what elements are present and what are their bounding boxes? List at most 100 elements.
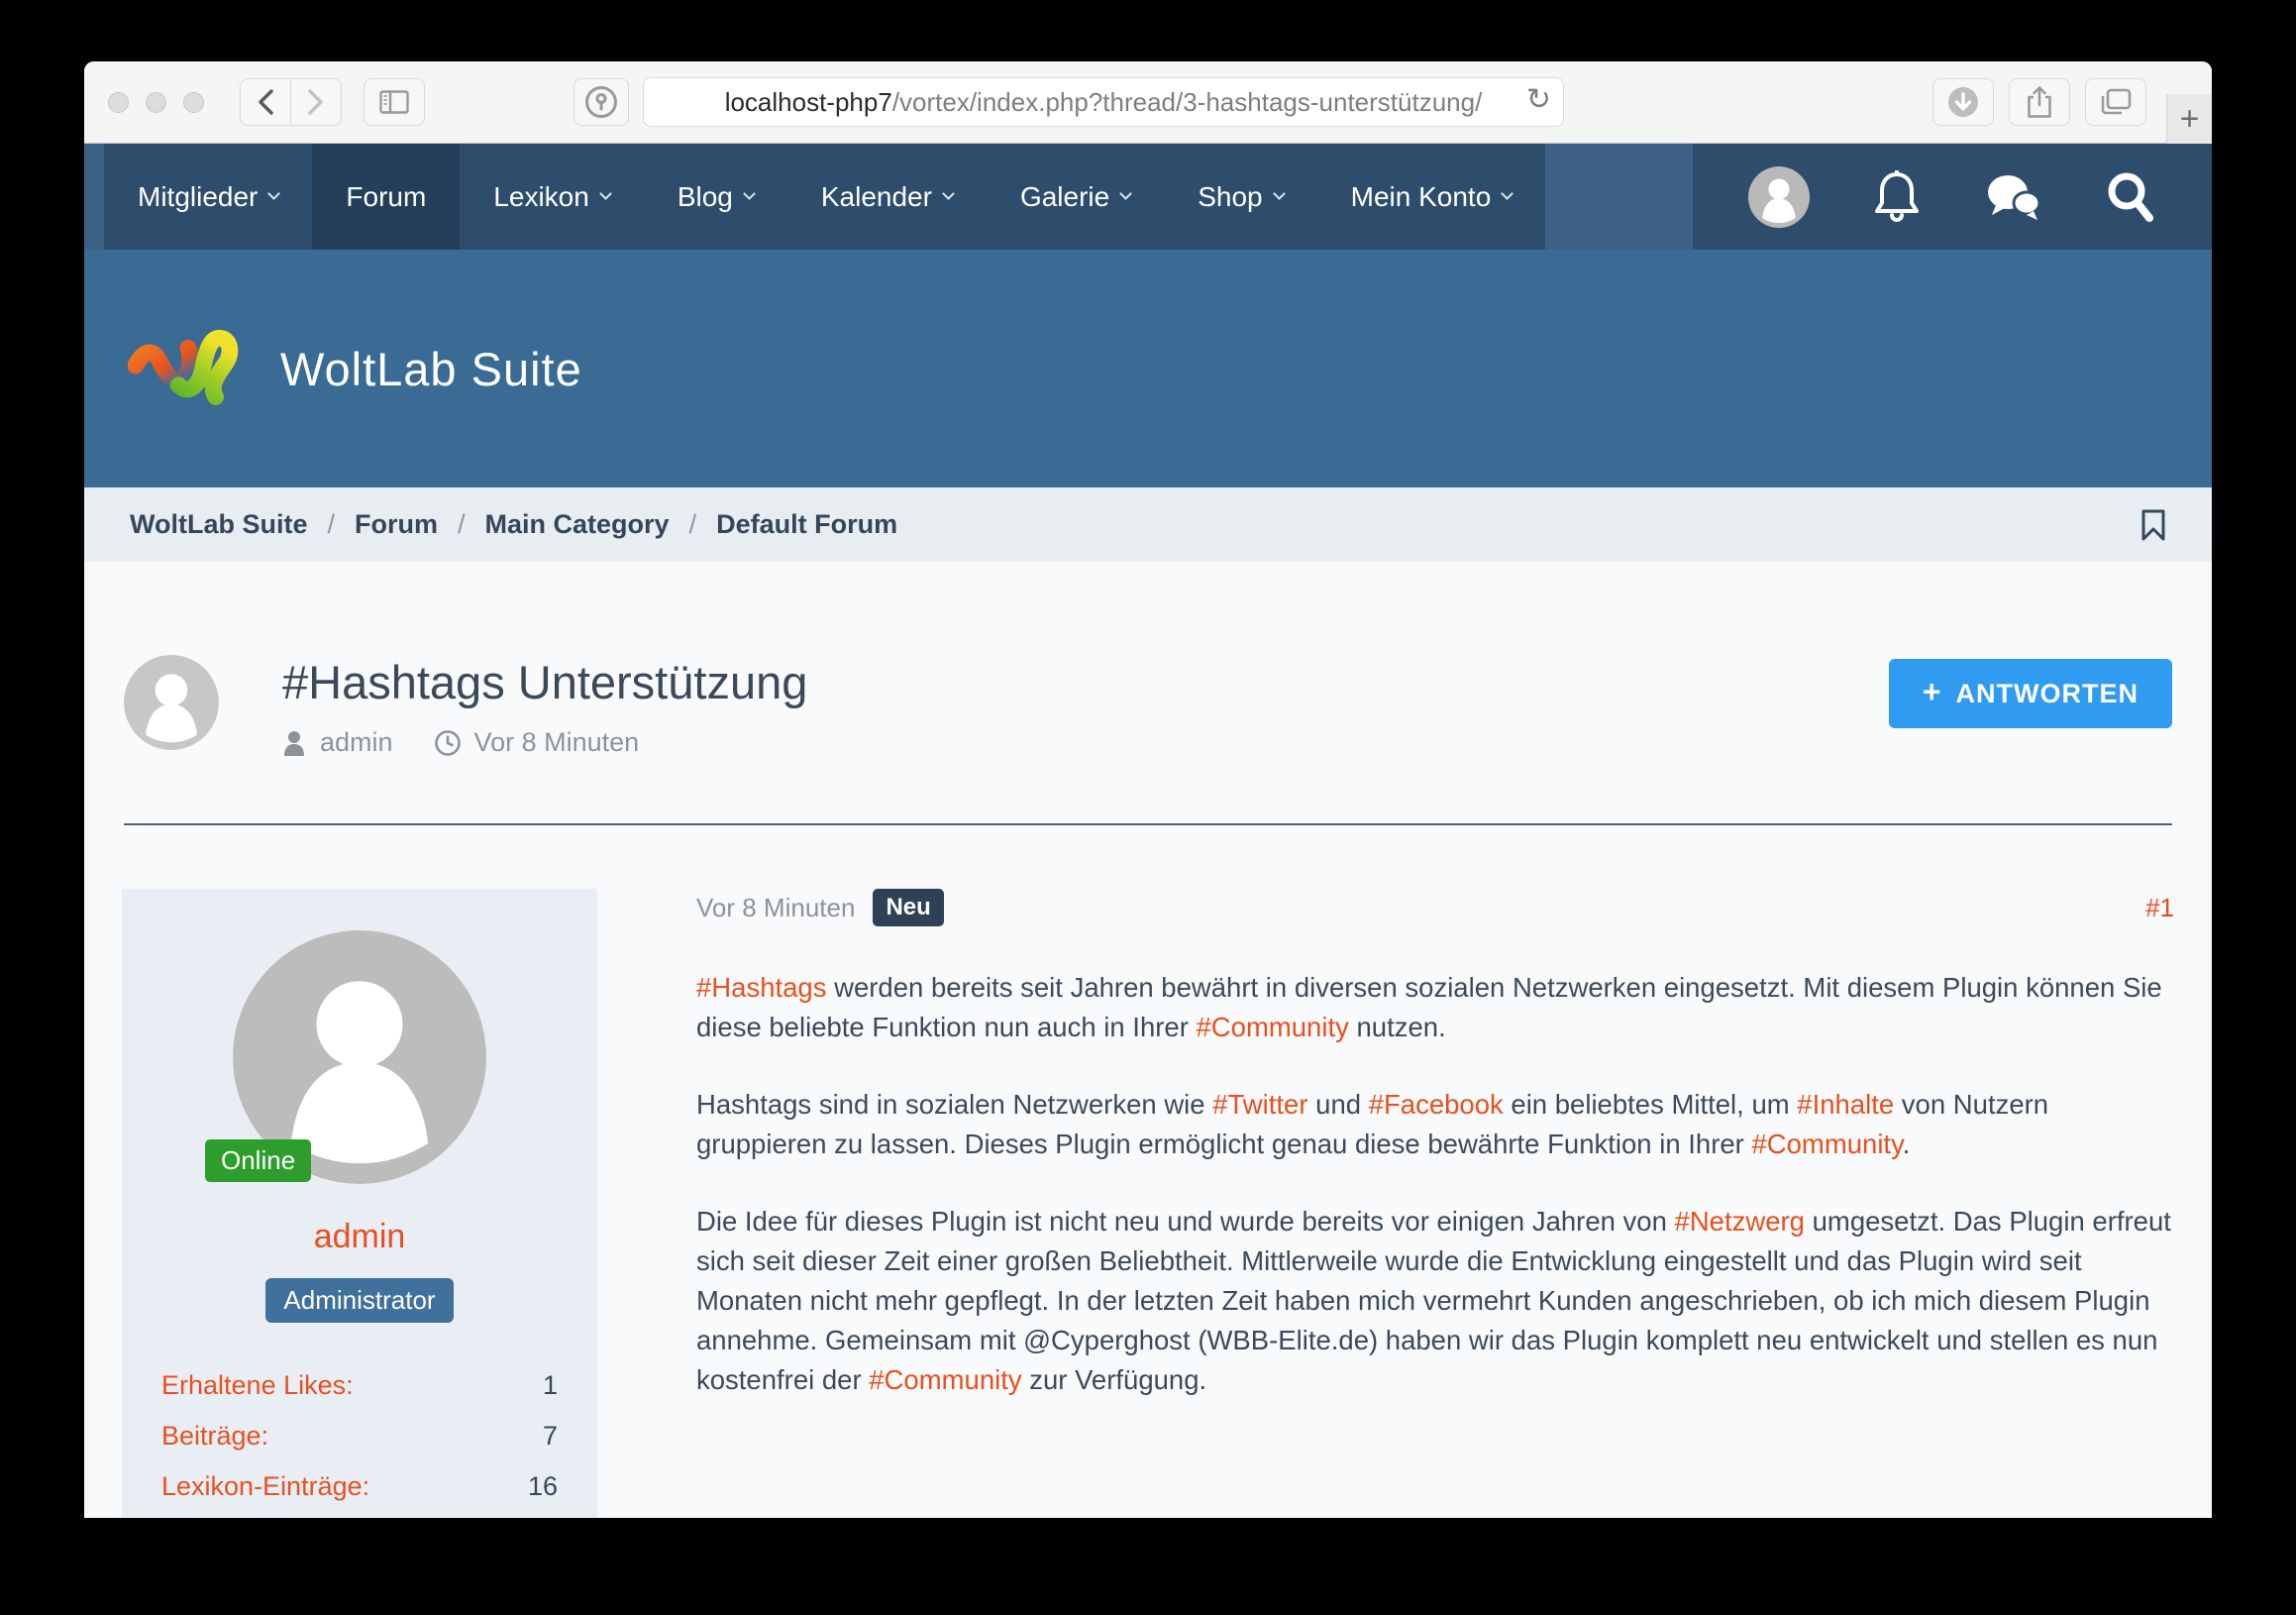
minimize-window-button[interactable] xyxy=(146,92,166,113)
nav-item-label: Shop xyxy=(1198,181,1262,213)
chevron-down-icon xyxy=(1501,187,1513,200)
url-field[interactable]: localhost-php7/vortex/index.php?thread/3… xyxy=(643,77,1564,127)
breadcrumb-item-0[interactable]: WoltLab Suite xyxy=(130,509,308,539)
stat-row: Beiträge: 7 xyxy=(161,1421,558,1452)
hashtag-link[interactable]: #Community xyxy=(1197,1012,1349,1042)
breadcrumb-item-3[interactable]: Default Forum xyxy=(716,509,897,539)
site-title[interactable]: WoltLab Suite xyxy=(280,342,582,396)
reply-button-label: ANTWORTEN xyxy=(1956,679,2139,709)
user-avatar-icon xyxy=(1748,166,1810,228)
reply-button[interactable]: + ANTWORTEN xyxy=(1889,659,2172,728)
paragraph-text: zur Verfügung. xyxy=(1022,1364,1207,1395)
chevron-down-icon xyxy=(1119,187,1132,200)
paragraph-text: . xyxy=(1903,1129,1911,1159)
nav-item-shop[interactable]: Shop xyxy=(1164,144,1316,250)
downloads-button[interactable] xyxy=(1932,78,1994,126)
nav-icon-group xyxy=(1693,144,2212,250)
nav-item-mein-konto[interactable]: Mein Konto xyxy=(1317,144,1546,250)
thread-avatar[interactable] xyxy=(124,655,219,750)
user-menu-button[interactable] xyxy=(1748,166,1810,228)
post-body: Vor 8 Minuten Neu #1 #Hashtags werden be… xyxy=(696,889,2174,1438)
hashtag-link[interactable]: #Community xyxy=(1751,1129,1902,1159)
breadcrumb-item-2[interactable]: Main Category xyxy=(485,509,670,539)
thread-author-link[interactable]: admin xyxy=(320,727,393,758)
stat-label-link[interactable]: Erhaltene Likes: xyxy=(161,1370,354,1401)
nav-item-label: Kalender xyxy=(821,181,932,213)
nav-item-mitglieder[interactable]: Mitglieder xyxy=(104,144,312,250)
nav-item-blog[interactable]: Blog xyxy=(644,144,787,250)
paragraph-text: und xyxy=(1308,1089,1369,1120)
post-time: Vor 8 Minuten xyxy=(696,893,855,923)
hashtag-link[interactable]: #Inhalte xyxy=(1797,1089,1894,1120)
tab-overview-button[interactable] xyxy=(2085,78,2146,126)
nav-item-label: Lexikon xyxy=(493,181,589,213)
share-icon xyxy=(2025,85,2054,119)
stats-list: Erhaltene Likes:1 Beiträge: 7 Lexikon-Eintr… xyxy=(161,1370,558,1502)
hashtag-link[interactable]: #Twitter xyxy=(1212,1089,1307,1120)
stat-label-link[interactable]: Lexikon-Einträge: xyxy=(161,1471,369,1502)
password-manager-button[interactable] xyxy=(574,78,629,126)
nav-item-label: Mein Konto xyxy=(1351,181,1492,213)
back-button[interactable] xyxy=(240,78,291,126)
paragraph-text: ein beliebtes Mittel, um xyxy=(1504,1089,1798,1120)
breadcrumb-item-1[interactable]: Forum xyxy=(355,509,438,539)
stat-value: 7 xyxy=(543,1421,558,1452)
new-badge: Neu xyxy=(873,889,943,926)
breadcrumb: WoltLab Suite/Forum/Main Category/Defaul… xyxy=(84,487,2212,562)
stat-row: Erhaltene Likes:1 xyxy=(161,1370,558,1401)
screenshot-stage: localhost-php7/vortex/index.php?thread/3… xyxy=(0,0,2296,1615)
post-paragraph: Die Idee für dieses Plugin ist nicht neu… xyxy=(696,1202,2174,1400)
main-nav: Mitglieder Forum Lexikon Blog Kalender Galeri… xyxy=(84,144,2212,250)
search-button[interactable] xyxy=(2105,170,2156,224)
conversations-button[interactable] xyxy=(1984,172,2041,222)
stat-row: Lexikon-Einträge:16 xyxy=(161,1471,558,1502)
thread-page: #Hashtags Unterstützung admin Vor 8 Minu xyxy=(84,655,2212,1518)
stat-label-link[interactable]: Beiträge: xyxy=(161,1421,268,1452)
woltlab-logo-icon[interactable] xyxy=(128,314,255,423)
nav-item-lexikon[interactable]: Lexikon xyxy=(460,144,644,250)
search-icon xyxy=(2105,170,2156,224)
card-username-link[interactable]: admin xyxy=(161,1218,558,1256)
nav-item-forum[interactable]: Forum xyxy=(312,144,460,250)
breadcrumb-separator: / xyxy=(458,509,466,539)
nav-item-label: Galerie xyxy=(1020,181,1109,213)
post-divider xyxy=(124,823,2172,825)
close-window-button[interactable] xyxy=(108,92,129,113)
chat-icon xyxy=(1984,172,2041,222)
hashtag-link[interactable]: #Netzwerg xyxy=(1675,1206,1805,1237)
nav-gap xyxy=(1545,144,1693,250)
sidebar-toggle-button[interactable] xyxy=(364,78,425,126)
breadcrumb-items: WoltLab Suite/Forum/Main Category/Defaul… xyxy=(130,509,897,540)
new-tab-button[interactable]: + xyxy=(2166,94,2212,144)
nav-item-label: Mitglieder xyxy=(138,181,258,213)
bell-icon xyxy=(1873,170,1921,224)
share-button[interactable] xyxy=(2009,78,2070,126)
bookmark-button[interactable] xyxy=(2140,509,2166,541)
post-content: #Hashtags werden bereits seit Jahren bew… xyxy=(696,968,2174,1400)
hashtag-link[interactable]: #Facebook xyxy=(1369,1089,1504,1120)
keyhole-icon xyxy=(584,85,618,119)
nav-item-galerie[interactable]: Galerie xyxy=(987,144,1164,250)
nav-items: Mitglieder Forum Lexikon Blog Kalender Galeri… xyxy=(104,144,1545,250)
hashtag-link[interactable]: #Community xyxy=(869,1364,1021,1395)
plus-icon: + xyxy=(1923,674,1942,710)
download-icon xyxy=(1945,84,1981,120)
hashtag-link[interactable]: #Hashtags xyxy=(696,972,826,1003)
post-number-link[interactable]: #1 xyxy=(2145,893,2174,923)
chevron-down-icon xyxy=(1273,187,1286,200)
nav-item-kalender[interactable]: Kalender xyxy=(787,144,987,250)
paragraph-text: Hashtags sind in sozialen Netzwerken wie xyxy=(696,1089,1212,1120)
forward-button[interactable] xyxy=(290,78,342,126)
tabs-icon xyxy=(2099,87,2133,117)
thread-meta: admin Vor 8 Minuten xyxy=(282,727,807,758)
history-nav-buttons xyxy=(240,78,342,126)
bookmark-icon xyxy=(2140,509,2166,541)
paragraph-text: Die Idee für dieses Plugin ist nicht neu… xyxy=(696,1206,1675,1237)
user-icon xyxy=(282,730,306,756)
online-badge: Online xyxy=(205,1139,311,1182)
avatar-placeholder-icon xyxy=(124,655,219,750)
zoom-window-button[interactable] xyxy=(183,92,204,113)
breadcrumb-separator: / xyxy=(328,509,336,539)
reload-button[interactable]: ↻ xyxy=(1526,82,1551,117)
notifications-button[interactable] xyxy=(1873,170,1921,224)
